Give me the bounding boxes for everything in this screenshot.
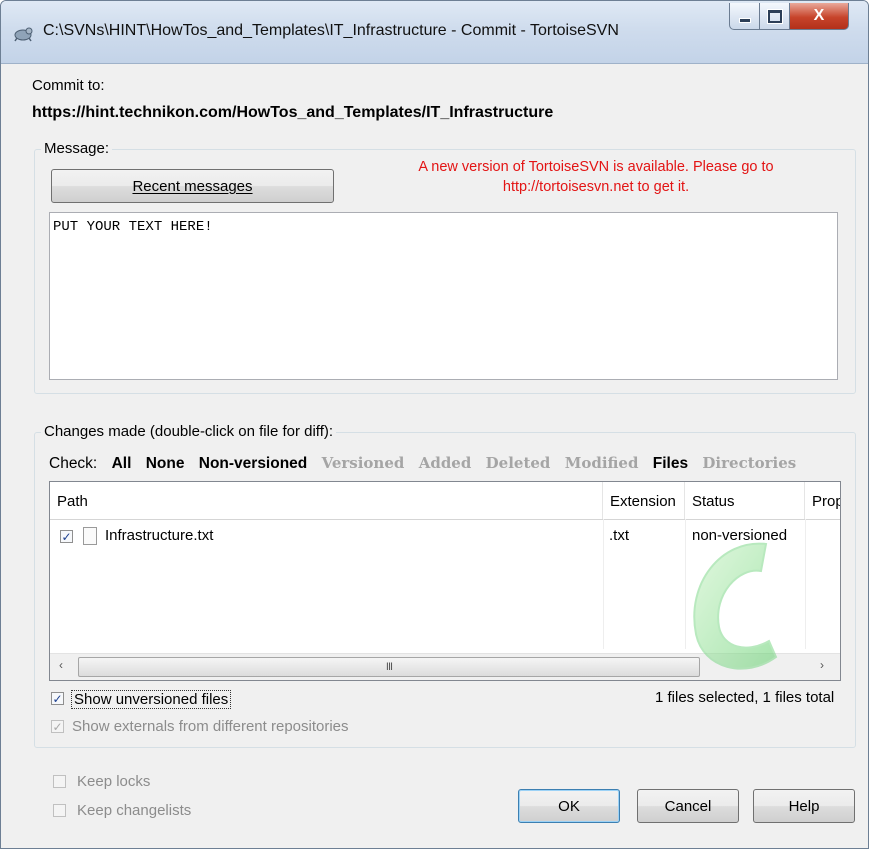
commit-message-text: PUT YOUR TEXT HERE! [53, 219, 213, 235]
show-externals-checkbox[interactable]: ✓ [51, 720, 64, 733]
ok-label: OK [558, 797, 580, 815]
update-notice-line1: A new version of TortoiseSVN is availabl… [418, 159, 774, 175]
close-button[interactable]: X [789, 3, 849, 30]
ok-button[interactable]: OK [518, 789, 620, 823]
show-unversioned-label[interactable]: Show unversioned files [71, 690, 232, 709]
tortoisesvn-watermark-icon [693, 542, 778, 670]
filter-all[interactable]: All [112, 455, 132, 472]
column-status[interactable]: Status [685, 482, 805, 519]
maximize-icon [768, 9, 782, 23]
text-file-icon [83, 527, 97, 545]
row-extension: .txt [609, 527, 630, 544]
selection-status: 1 files selected, 1 files total [655, 689, 835, 706]
maximize-button[interactable] [759, 3, 791, 30]
filter-directories[interactable]: Directories [702, 454, 796, 472]
check-label: Check: [49, 455, 98, 472]
recent-messages-button[interactable]: Recent messages [51, 169, 334, 203]
scroll-grip-icon: III [385, 661, 393, 673]
close-icon: X [813, 7, 825, 24]
show-unversioned-checkbox[interactable]: ✓ [51, 692, 64, 705]
minimize-button[interactable] [729, 3, 761, 30]
changes-legend: Changes made (double-click on file for d… [41, 423, 337, 440]
row-checkbox[interactable]: ✓ [60, 530, 73, 543]
show-externals-label[interactable]: Show externals from different repositori… [72, 718, 349, 735]
keep-locks-label[interactable]: Keep locks [77, 773, 150, 790]
row-path: Infrastructure.txt [105, 527, 214, 544]
keep-locks-checkbox[interactable] [53, 775, 66, 788]
filter-deleted[interactable]: Deleted [486, 454, 551, 472]
column-status-label: Status [692, 493, 735, 510]
filter-modified[interactable]: Modified [565, 454, 639, 472]
filter-files[interactable]: Files [653, 455, 688, 472]
title-bar[interactable]: C:\SVNs\HINT\HowTos_and_Templates\IT_Inf… [1, 1, 868, 64]
help-button[interactable]: Help [753, 789, 855, 823]
scroll-left-icon[interactable]: ‹ [59, 658, 63, 672]
column-prop-label: Prop [812, 493, 841, 510]
list-header: Path Extension Status Prop [50, 482, 840, 520]
commit-message-textarea[interactable]: PUT YOUR TEXT HERE! [49, 212, 838, 380]
column-extension[interactable]: Extension [603, 482, 685, 519]
tortoisesvn-icon [14, 27, 33, 42]
filter-added[interactable]: Added [419, 454, 472, 472]
cancel-button[interactable]: Cancel [637, 789, 739, 823]
cancel-label: Cancel [664, 797, 712, 815]
scroll-thumb[interactable]: III [78, 657, 700, 677]
recent-messages-label: Recent messages [132, 177, 253, 195]
keep-changelists-label[interactable]: Keep changelists [77, 802, 191, 819]
minimize-icon [739, 17, 751, 23]
column-extension-label: Extension [610, 493, 676, 510]
window-title: C:\SVNs\HINT\HowTos_and_Templates\IT_Inf… [43, 22, 619, 39]
column-path-label: Path [57, 493, 88, 510]
update-notice-line2: http://tortoisesvn.net to get it. [502, 179, 690, 195]
filter-none[interactable]: None [146, 455, 185, 472]
filter-non-versioned[interactable]: Non-versioned [199, 455, 308, 472]
check-filter-row: Check: All None Non-versioned Versioned … [49, 454, 806, 473]
update-notice[interactable]: A new version of TortoiseSVN is availabl… [361, 157, 831, 197]
keep-changelists-checkbox[interactable] [53, 804, 66, 817]
column-path[interactable]: Path [50, 482, 603, 519]
commit-dialog: C:\SVNs\HINT\HowTos_and_Templates\IT_Inf… [0, 0, 869, 849]
commit-to-label: Commit to: [32, 77, 105, 94]
filter-versioned[interactable]: Versioned [322, 454, 405, 472]
help-label: Help [788, 797, 820, 815]
column-prop[interactable]: Prop [805, 482, 841, 519]
scroll-right-icon[interactable]: › [820, 658, 824, 672]
message-legend: Message: [41, 140, 113, 157]
commit-url: https://hint.technikon.com/HowTos_and_Te… [32, 104, 554, 121]
